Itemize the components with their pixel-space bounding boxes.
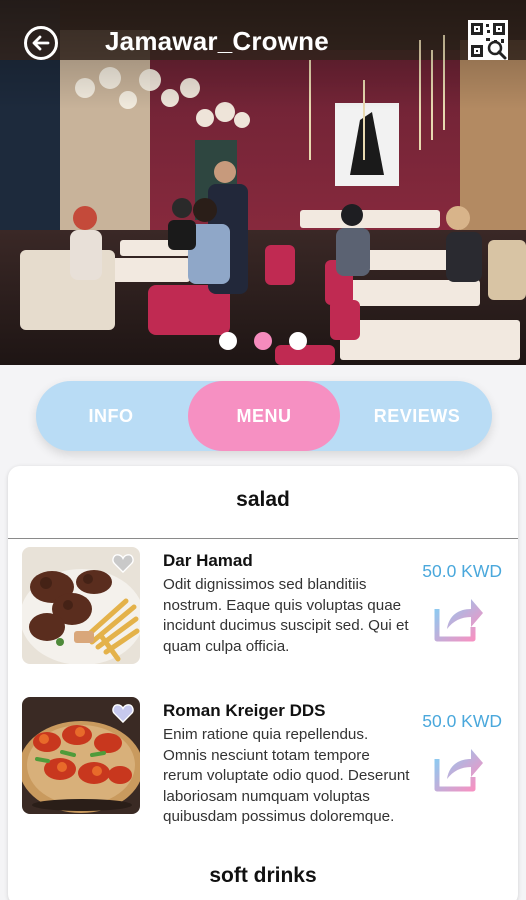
carousel-dot[interactable]	[289, 332, 307, 350]
menu-item-name: Dar Hamad	[163, 551, 253, 570]
carousel-indicator	[0, 332, 526, 352]
share-icon[interactable]	[433, 745, 485, 793]
tab-bar: INFO MENU REVIEWS	[36, 381, 492, 451]
menu-item-price: 50.0 KWD	[422, 711, 502, 731]
menu-item-name: Roman Kreiger DDS	[163, 701, 326, 720]
menu-item[interactable]: Dar Hamad Odit dignissimos sed blanditii…	[8, 547, 518, 687]
qr-code-scan-icon[interactable]	[468, 20, 508, 60]
menu-card: salad Dar Hamad Odit dignissimos sed bla…	[8, 466, 518, 900]
favorite-heart-icon[interactable]	[112, 553, 134, 573]
section-title: salad	[236, 488, 290, 511]
favorite-heart-icon[interactable]	[112, 703, 134, 723]
tab-info[interactable]: INFO	[36, 381, 186, 451]
menu-item-description: Odit dignissimos sed blanditiis nostrum.…	[163, 576, 409, 655]
share-icon[interactable]	[433, 595, 485, 643]
menu-item-description: Enim ratione quia repellendus. Omnis nes…	[163, 726, 410, 826]
carousel-dot-active[interactable]	[254, 332, 272, 350]
restaurant-title: Jamawar_Crowne	[105, 26, 329, 56]
back-arrow-icon[interactable]	[24, 26, 58, 60]
section-title: soft drinks	[209, 864, 317, 887]
restaurant-hero-image[interactable]: Jamawar_Crowne	[0, 0, 526, 365]
tab-menu[interactable]: MENU	[188, 381, 340, 451]
menu-item[interactable]: Roman Kreiger DDS Enim ratione quia repe…	[8, 697, 518, 847]
menu-item-image[interactable]	[22, 547, 140, 664]
menu-item-price: 50.0 KWD	[422, 561, 502, 581]
divider	[8, 538, 518, 539]
tab-reviews[interactable]: REVIEWS	[342, 381, 492, 451]
menu-item-image[interactable]	[22, 697, 140, 814]
top-bar: Jamawar_Crowne	[0, 0, 526, 86]
carousel-dot[interactable]	[219, 332, 237, 350]
